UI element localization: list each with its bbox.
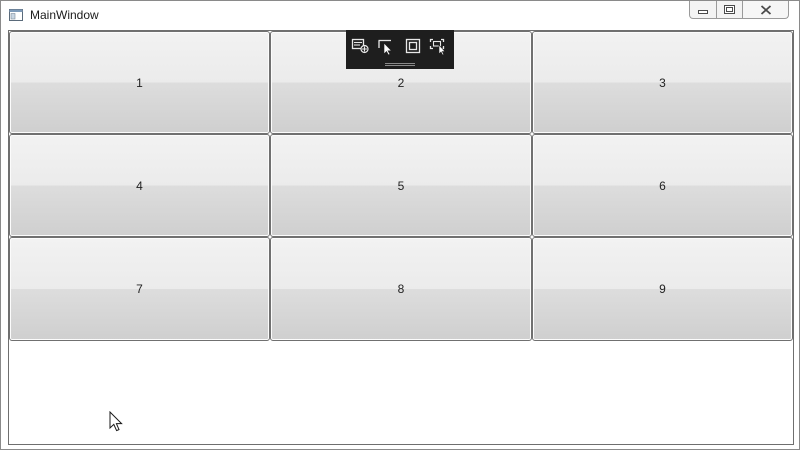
maximize-icon: [724, 5, 735, 14]
grid-button-label: 4: [136, 178, 143, 193]
grid-button-label: 3: [659, 75, 666, 90]
title-bar[interactable]: MainWindow: [1, 1, 799, 30]
grid-button-4[interactable]: 4: [9, 134, 270, 237]
grid-button-label: 5: [397, 178, 405, 193]
window-title: MainWindow: [30, 8, 99, 22]
select-cursor-icon[interactable]: [377, 37, 397, 55]
minimize-button[interactable]: [689, 1, 717, 19]
grid-button-label: 1: [136, 75, 143, 90]
grid-button-9[interactable]: 9: [532, 237, 793, 341]
window-content: 1 2 3 4 5 6 7 8 9: [8, 30, 794, 445]
app-icon: [9, 9, 23, 21]
grid-button-3[interactable]: 3: [532, 31, 793, 134]
toolbar-grip[interactable]: [385, 63, 415, 66]
designer-toolbar: [346, 30, 454, 69]
display-layout-adorners-icon[interactable]: [403, 37, 423, 55]
grid-button-label: 2: [397, 75, 405, 90]
caption-buttons: [689, 1, 797, 21]
grid-button-7[interactable]: 7: [9, 237, 270, 341]
grid-button-8[interactable]: 8: [270, 237, 532, 341]
track-focused-element-icon[interactable]: [429, 37, 449, 55]
maximize-button[interactable]: [717, 1, 743, 19]
grid-button-6[interactable]: 6: [532, 134, 793, 237]
grid-button-label: 9: [659, 282, 666, 296]
close-icon: [760, 4, 771, 15]
mouse-cursor-icon: [109, 411, 123, 432]
minimize-icon: [698, 9, 708, 14]
grid-button-label: 7: [136, 282, 143, 296]
grid-button-5[interactable]: 5: [270, 134, 532, 237]
select-element-icon[interactable]: [351, 37, 371, 55]
grid-button-label: 8: [397, 282, 405, 296]
close-button[interactable]: [743, 1, 789, 19]
grid-button-label: 6: [659, 178, 666, 193]
grid-button-1[interactable]: 1: [9, 31, 270, 134]
button-grid: 1 2 3 4 5 6 7 8 9: [9, 31, 793, 341]
